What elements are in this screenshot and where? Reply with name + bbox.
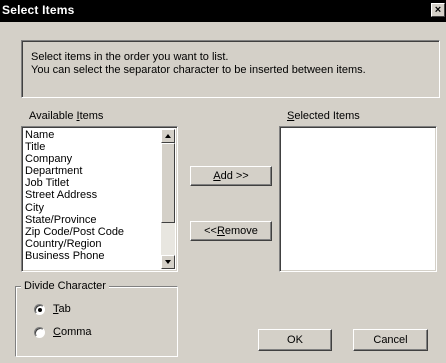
close-icon: ×: [434, 4, 442, 16]
tab-radio-button[interactable]: [34, 304, 45, 315]
list-item[interactable]: Name: [25, 129, 124, 141]
list-item[interactable]: Title: [25, 141, 124, 153]
available-items-label: Available Items: [29, 110, 104, 122]
scroll-down-button[interactable]: [161, 255, 175, 269]
tab-radio-label[interactable]: Tab: [53, 303, 71, 315]
divide-character-legend: Divide Character: [21, 280, 109, 292]
list-item[interactable]: Company: [25, 153, 124, 165]
cancel-button[interactable]: Cancel: [353, 329, 428, 351]
list-item[interactable]: Street Address: [25, 189, 124, 201]
remove-button[interactable]: << Remove: [190, 221, 272, 241]
instructions-line-1: Select items in the order you want to li…: [31, 51, 229, 63]
list-item[interactable]: City: [25, 202, 124, 214]
selected-items-list[interactable]: [279, 126, 437, 272]
list-item[interactable]: Department: [25, 165, 124, 177]
add-button[interactable]: Add >>: [190, 166, 272, 186]
available-items-list[interactable]: Name Title Company Department Job Titlet Stre…: [21, 126, 178, 272]
available-list-scrollbar[interactable]: [161, 129, 175, 269]
arrow-down-icon: [165, 260, 171, 264]
scroll-up-button[interactable]: [161, 129, 175, 143]
list-item[interactable]: Country/Region: [25, 238, 124, 250]
radio-selected-dot: [38, 308, 42, 312]
comma-radio-button[interactable]: [34, 327, 45, 338]
divide-character-group: [15, 286, 178, 357]
close-button[interactable]: ×: [431, 3, 445, 17]
arrow-up-icon: [165, 134, 171, 138]
title-bar: Select Items ×: [0, 0, 446, 22]
comma-radio-label[interactable]: Comma: [53, 326, 92, 338]
list-item[interactable]: Zip Code/Post Code: [25, 226, 124, 238]
list-item[interactable]: State/Province: [25, 214, 124, 226]
list-item[interactable]: Business Phone: [25, 250, 124, 262]
window-title: Select Items: [2, 3, 75, 17]
instructions-panel: Select items in the order you want to li…: [21, 40, 440, 98]
selected-items-label: Selected Items: [287, 110, 360, 122]
scroll-thumb[interactable]: [161, 143, 175, 223]
list-item[interactable]: Job Titlet: [25, 177, 124, 189]
ok-button[interactable]: OK: [258, 329, 332, 351]
instructions-line-2: You can select the separator character t…: [31, 64, 366, 76]
